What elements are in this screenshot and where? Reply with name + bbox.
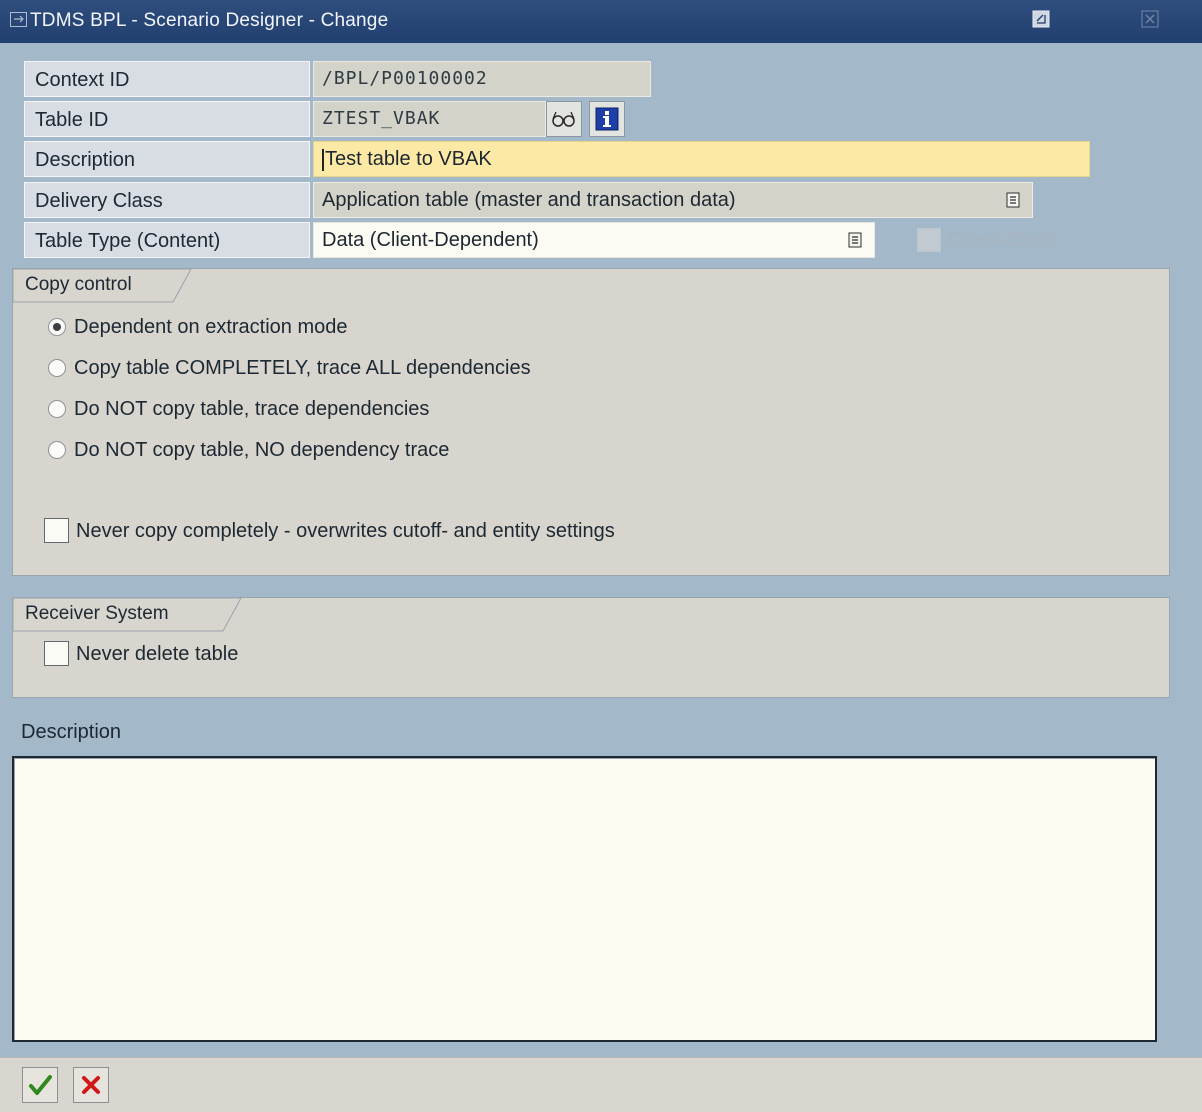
table-id-field: ZTEST_VBAK	[313, 101, 546, 137]
radio-label: Do NOT copy table, trace dependencies	[74, 398, 430, 420]
description-label: Description	[24, 141, 310, 177]
radio-button[interactable]	[48, 359, 66, 377]
dropdown-icon[interactable]	[1006, 192, 1020, 208]
dialog-menu-icon[interactable]	[10, 12, 27, 27]
table-type-row: Table Type (Content) Data (Client-Depend…	[12, 222, 1092, 260]
radio-button[interactable]	[48, 400, 66, 418]
context-id-label: Context ID	[24, 61, 310, 97]
never-delete-label: Never delete table	[76, 643, 239, 665]
glasses-icon	[552, 111, 575, 127]
title-bar: TDMS BPL - Scenario Designer - Change	[0, 0, 1202, 43]
footer-toolbar	[0, 1057, 1202, 1112]
confirm-button[interactable]	[22, 1067, 58, 1103]
text-cursor	[322, 148, 324, 171]
window-title: TDMS BPL - Scenario Designer - Change	[30, 10, 389, 31]
table-type-label: Table Type (Content)	[24, 222, 310, 258]
radio-button[interactable]	[48, 441, 66, 459]
radio-label: Copy table COMPLETELY, trace ALL depende…	[74, 357, 531, 379]
long-description-label: Description	[21, 721, 122, 743]
info-button[interactable]	[589, 101, 625, 137]
radio-label: Do NOT copy table, NO dependency trace	[74, 439, 450, 461]
table-type-dropdown[interactable]: Data (Client-Dependent)	[313, 222, 875, 258]
receiver-system-title: Receiver System	[25, 603, 169, 624]
table-id-row: Table ID ZTEST_VBAK	[12, 101, 1092, 139]
radio-button[interactable]	[48, 318, 66, 336]
receiver-system-group: Receiver System Never delete table	[12, 597, 1170, 698]
cancel-x-icon	[82, 1076, 100, 1094]
context-id-row: Context ID /BPL/P00100002	[12, 61, 1092, 99]
table-type-value: Data (Client-Dependent)	[322, 229, 539, 251]
never-copy-checkbox[interactable]	[44, 518, 69, 543]
copy-control-group: Copy control Dependent on extraction mod…	[12, 268, 1170, 576]
radio-label: Dependent on extraction mode	[74, 316, 348, 338]
copy-control-title: Copy control	[25, 274, 132, 295]
table-id-label: Table ID	[24, 101, 310, 137]
dialog-window: TDMS BPL - Scenario Designer - Change Co…	[0, 0, 1202, 1112]
delivery-class-row: Delivery Class Application table (master…	[12, 182, 1092, 220]
never-delete-checkbox[interactable]	[44, 641, 69, 666]
checkmark-icon	[29, 1075, 52, 1095]
context-id-field: /BPL/P00100002	[313, 61, 651, 97]
cross-client-checkbox	[917, 228, 941, 252]
delivery-class-dropdown[interactable]: Application table (master and transactio…	[313, 182, 1033, 218]
delivery-class-value: Application table (master and transactio…	[322, 189, 736, 211]
description-row: Description Test table to VBAK	[12, 141, 1092, 179]
close-icon[interactable]	[1141, 10, 1159, 28]
description-value: Test table to VBAK	[325, 148, 492, 170]
restore-icon[interactable]	[1032, 10, 1050, 28]
info-icon	[595, 107, 619, 131]
dropdown-icon[interactable]	[848, 232, 862, 248]
description-field[interactable]: Test table to VBAK	[313, 141, 1090, 177]
long-description-textarea[interactable]	[12, 756, 1157, 1042]
cancel-button[interactable]	[73, 1067, 109, 1103]
cross-client-label: Cross-Client	[947, 229, 1058, 251]
never-copy-label: Never copy completely - overwrites cutof…	[76, 520, 615, 542]
display-button[interactable]	[546, 101, 582, 137]
delivery-class-label: Delivery Class	[24, 182, 310, 218]
